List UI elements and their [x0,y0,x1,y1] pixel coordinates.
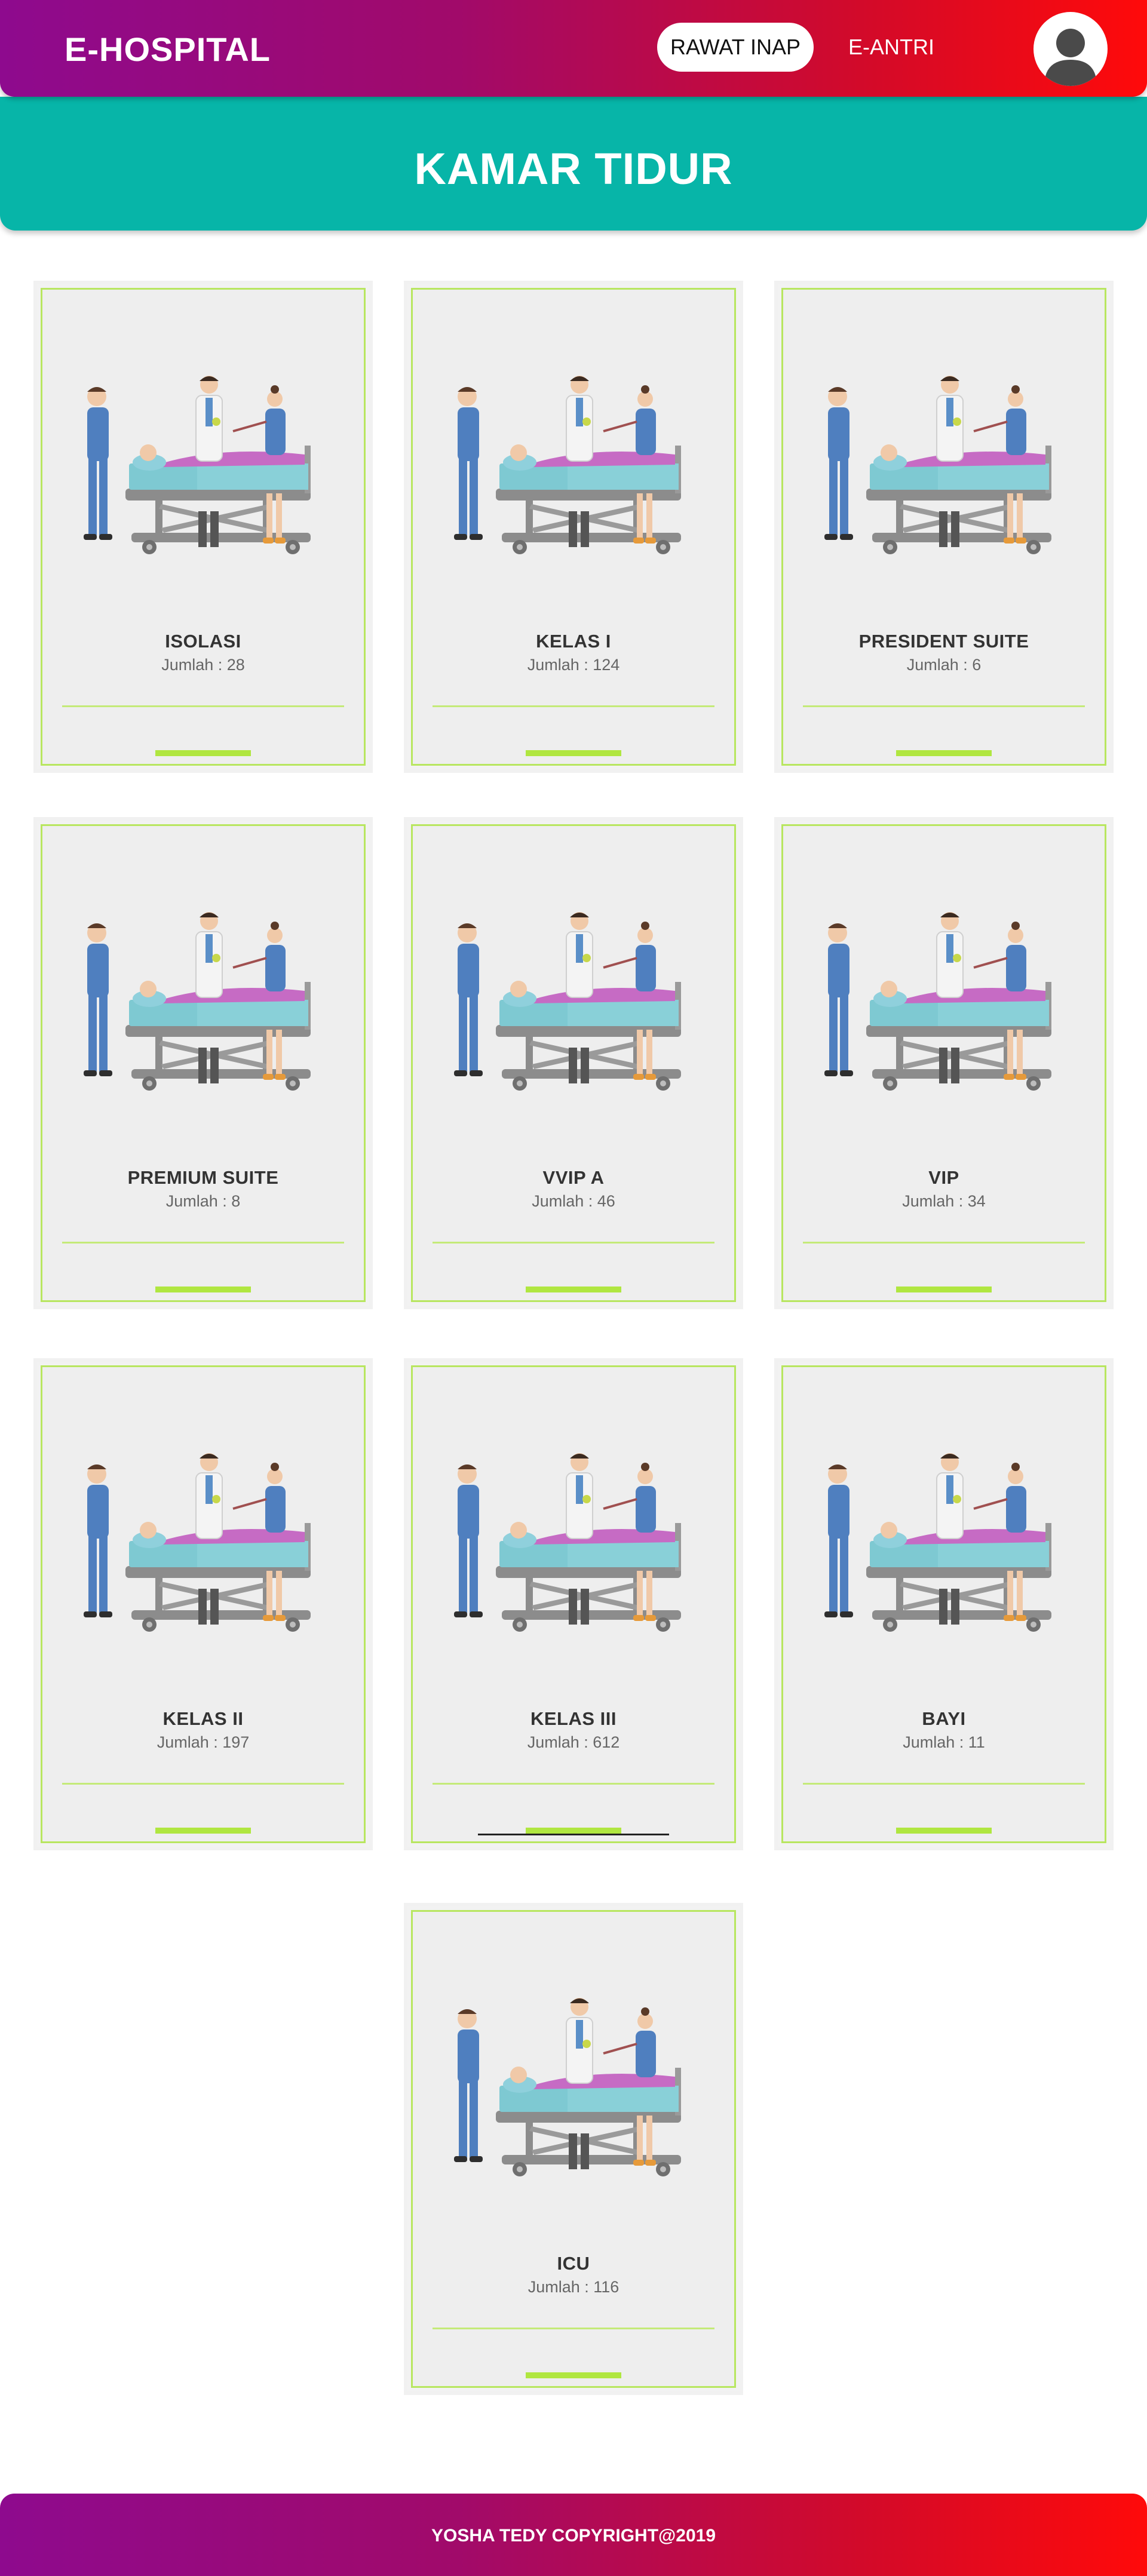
room-card-icu[interactable]: ICU Jumlah : 116 [407,1906,740,2391]
room-name: VIP [928,1167,959,1188]
room-card-premium-suite[interactable]: PREMIUM SUITE Jumlah : 8 [37,821,369,1306]
card-accent-bar [155,1287,251,1292]
hover-underline [478,1834,669,1835]
room-count: Jumlah : 124 [527,656,620,674]
room-name: KELAS I [536,631,611,652]
room-card-kelas-ii[interactable]: KELAS II Jumlah : 197 [37,1362,369,1847]
room-card-bayi[interactable]: BAYI Jumlah : 11 [778,1362,1110,1847]
card-accent-bar [155,750,251,756]
room-count: Jumlah : 34 [902,1192,986,1210]
card-accent-bar [526,750,621,756]
hospital-bed-illustration-icon [82,911,312,1092]
room-card-isolasi[interactable]: ISOLASI Jumlah : 28 [37,284,369,769]
page-footer: YOSHA TEDY COPYRIGHT@2019 [0,2494,1147,2576]
top-navbar: E-HOSPITAL RAWAT INAP E-ANTRI [0,0,1147,97]
room-name: PRESIDENT SUITE [858,631,1029,652]
card-accent-bar [155,1828,251,1834]
room-count: Jumlah : 6 [906,656,982,674]
room-name: ICU [557,2253,590,2274]
hospital-bed-illustration-icon [823,374,1053,555]
room-name: KELAS II [162,1708,244,1729]
card-divider [62,1783,344,1785]
nav-link-rawat-inap[interactable]: RAWAT INAP [657,23,814,72]
card-accent-bar [526,2372,621,2378]
room-name: VVIP A [542,1167,605,1188]
card-accent-bar [526,1287,621,1292]
hospital-bed-illustration-icon [823,1452,1053,1633]
user-avatar-icon[interactable] [1033,12,1108,86]
hospital-bed-illustration-icon [82,374,312,555]
card-divider [62,1242,344,1244]
card-divider [803,1242,1085,1244]
hospital-bed-illustration-icon [823,911,1053,1092]
card-accent-bar [896,750,992,756]
room-count: Jumlah : 612 [527,1733,620,1751]
room-count: Jumlah : 11 [903,1733,985,1751]
room-name: KELAS III [530,1708,617,1729]
room-card-kelas-iii[interactable]: KELAS III Jumlah : 612 [407,1362,740,1847]
room-card-vvip-a[interactable]: VVIP A Jumlah : 46 [407,821,740,1306]
room-name: BAYI [922,1708,966,1729]
copyright-text: YOSHA TEDY COPYRIGHT@2019 [431,2526,716,2546]
page-title: KAMAR TIDUR [414,144,733,194]
room-count: Jumlah : 197 [157,1733,250,1751]
card-divider [433,1242,714,1244]
hospital-bed-illustration-icon [453,1452,682,1633]
card-accent-bar [896,1287,992,1292]
card-accent-bar [526,1828,621,1834]
nav-link-e-antri[interactable]: E-ANTRI [848,35,934,60]
card-accent-bar [896,1828,992,1834]
hospital-bed-illustration-icon [453,374,682,555]
card-divider [433,2328,714,2329]
card-divider [433,705,714,707]
hospital-bed-illustration-icon [453,911,682,1092]
card-divider [62,705,344,707]
card-divider [803,705,1085,707]
room-count: Jumlah : 116 [528,2278,619,2296]
room-count: Jumlah : 28 [161,656,245,674]
page-banner: KAMAR TIDUR [0,97,1147,231]
card-divider [803,1783,1085,1785]
brand-logo[interactable]: E-HOSPITAL [65,30,271,69]
hospital-bed-illustration-icon [453,1997,682,2178]
room-count: Jumlah : 46 [532,1192,615,1210]
room-name: ISOLASI [165,631,241,652]
room-card-vip[interactable]: VIP Jumlah : 34 [778,821,1110,1306]
room-card-president-suite[interactable]: PRESIDENT SUITE Jumlah : 6 [778,284,1110,769]
room-count: Jumlah : 8 [165,1192,241,1210]
card-divider [433,1783,714,1785]
hospital-bed-illustration-icon [82,1452,312,1633]
room-card-kelas-i[interactable]: KELAS I Jumlah : 124 [407,284,740,769]
room-name: PREMIUM SUITE [127,1167,279,1188]
